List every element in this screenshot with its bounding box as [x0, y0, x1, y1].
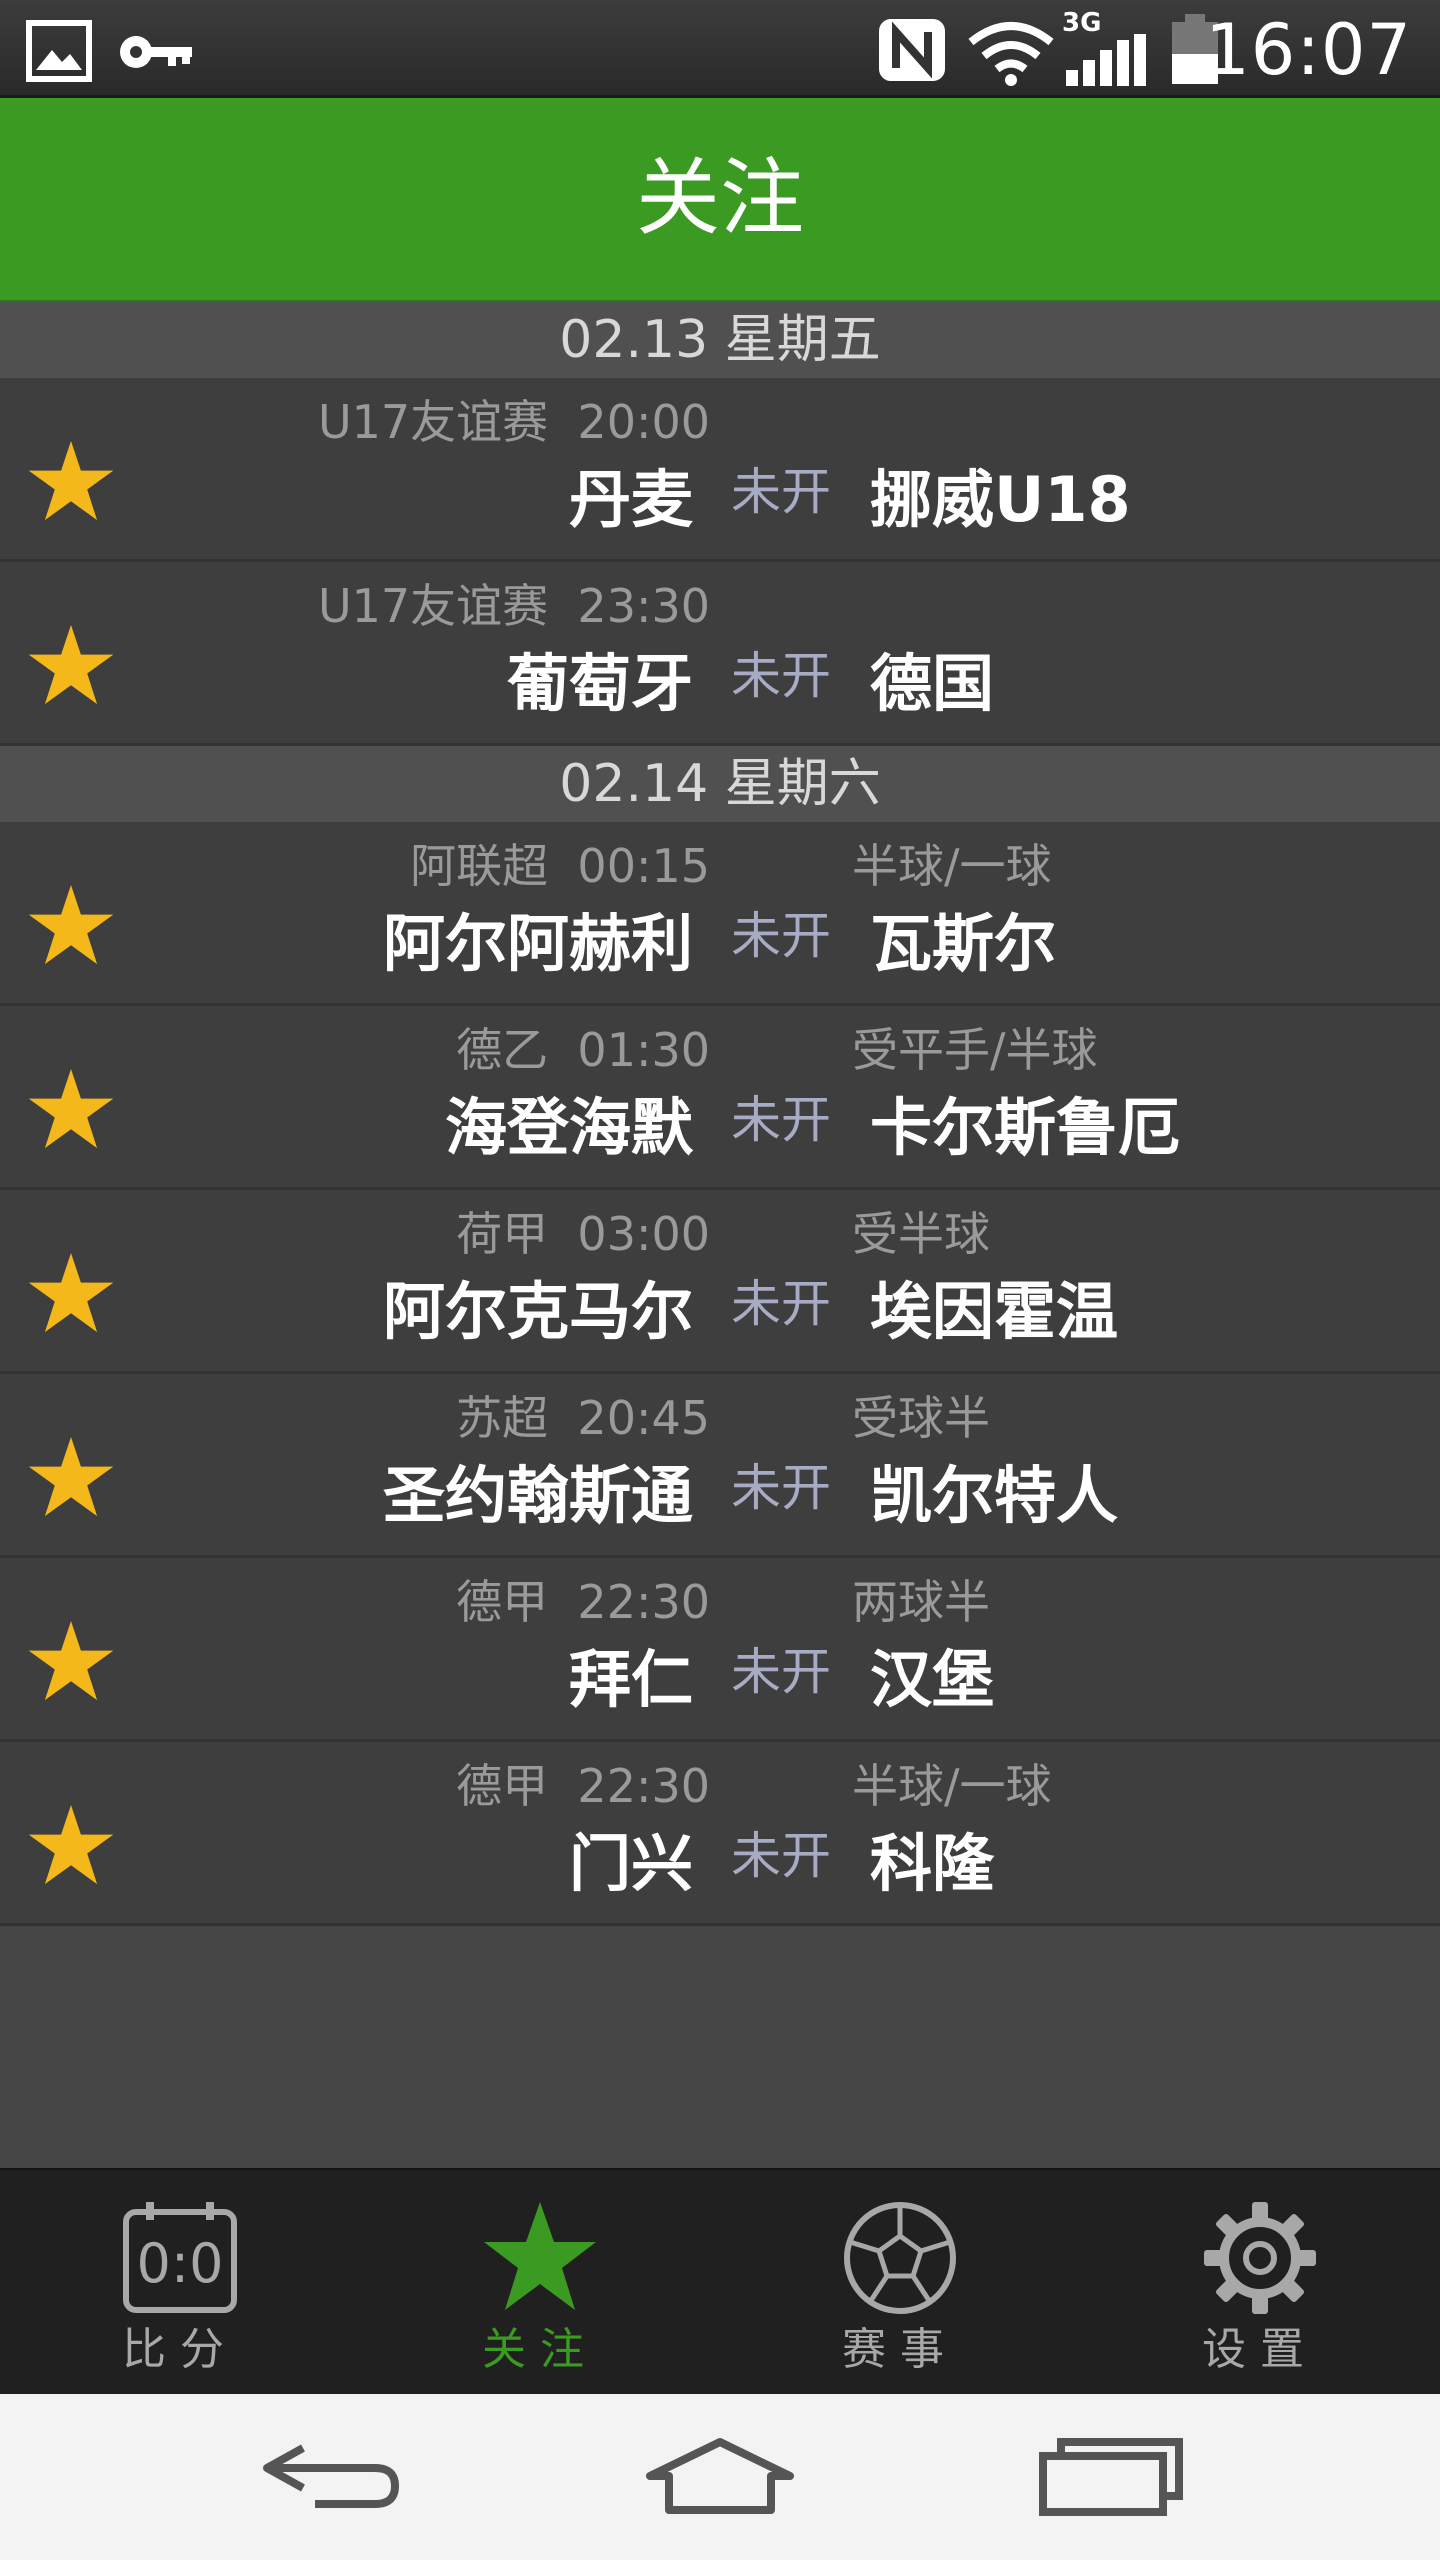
tab-label: 赛事: [842, 2324, 958, 2375]
away-team: 德国: [870, 647, 995, 720]
scoreboard-icon-text: 0:0: [137, 2232, 224, 2295]
match-status: 未开: [731, 647, 831, 705]
match-row[interactable]: 德甲 22:30 两球半 拜仁 未开 汉堡: [0, 1558, 1440, 1742]
handicap: 受平手/半球: [852, 1023, 1098, 1077]
scoreboard-icon: 0:0: [123, 2202, 237, 2313]
match-row[interactable]: 阿联超 00:15 半球/一球 阿尔阿赫利 未开 瓦斯尔: [0, 822, 1440, 1006]
away-team: 瓦斯尔: [870, 907, 1057, 980]
wifi-icon: [968, 22, 1054, 86]
tab-label: 设置: [1202, 2324, 1318, 2375]
home-team: 圣约翰斯通: [382, 1459, 693, 1532]
app-screen: 3G 16:07 关注 02.13 星期五 U17友谊赛 20:00 丹麦 未开…: [0, 0, 1440, 2560]
away-team: 科隆: [870, 1827, 995, 1900]
favorite-star-icon[interactable]: [26, 1250, 116, 1336]
handicap: 受半球: [852, 1207, 990, 1261]
signal-icon: [1066, 34, 1146, 86]
match-row[interactable]: U17友谊赛 23:30 葡萄牙 未开 德国: [0, 562, 1440, 746]
home-team: 拜仁: [568, 1643, 693, 1716]
match-status: 未开: [731, 1643, 831, 1701]
nfc-icon: [879, 19, 945, 81]
match-status: 未开: [731, 1459, 831, 1517]
away-team: 埃因霍温: [870, 1275, 1119, 1348]
image-icon: [26, 20, 92, 82]
away-team: 卡尔斯鲁厄: [870, 1091, 1181, 1164]
league-info: U17友谊赛 20:00: [317, 395, 710, 449]
match-row[interactable]: 苏超 20:45 受球半 圣约翰斯通 未开 凯尔特人: [0, 1374, 1440, 1558]
tab-label: 比分: [122, 2324, 238, 2375]
match-row[interactable]: U17友谊赛 20:00 丹麦 未开 挪威U18: [0, 378, 1440, 562]
league-info: 阿联超 00:15: [410, 839, 710, 893]
match-status: 未开: [731, 1827, 831, 1885]
favorite-star-icon[interactable]: [26, 622, 116, 708]
bottom-tab-bar: 0:0 比分 关注 赛事 设置: [0, 2168, 1440, 2394]
handicap: 半球/一球: [852, 1759, 1052, 1813]
status-bar: 3G 16:07: [0, 0, 1440, 98]
date-header: 02.14 星期六: [0, 746, 1440, 822]
league-info: 德甲 22:30: [456, 1759, 710, 1813]
home-team: 葡萄牙: [506, 647, 693, 720]
status-time: 16:07: [1205, 9, 1412, 91]
league-info: U17友谊赛 23:30: [317, 579, 710, 633]
favorite-star-icon[interactable]: [26, 1802, 116, 1888]
home-icon[interactable]: [635, 2424, 805, 2524]
handicap: 半球/一球: [852, 839, 1052, 893]
star-icon: [484, 2202, 596, 2310]
back-icon[interactable]: [245, 2424, 415, 2524]
home-team: 阿尔克马尔: [382, 1275, 693, 1348]
favorite-star-icon[interactable]: [26, 882, 116, 968]
favorite-star-icon[interactable]: [26, 1618, 116, 1704]
handicap: 两球半: [852, 1575, 990, 1629]
home-team: 海登海默: [444, 1091, 693, 1164]
league-info: 德乙 01:30: [456, 1023, 710, 1077]
match-status: 未开: [731, 1275, 831, 1333]
favorite-star-icon[interactable]: [26, 438, 116, 524]
away-team: 凯尔特人: [870, 1459, 1119, 1532]
page-title: 关注: [635, 149, 804, 247]
home-team: 丹麦: [568, 463, 693, 536]
favorite-star-icon[interactable]: [26, 1434, 116, 1520]
gear-icon: [1204, 2202, 1316, 2314]
match-list[interactable]: 02.13 星期五 U17友谊赛 20:00 丹麦 未开 挪威U18 U17友谊…: [0, 302, 1440, 1926]
home-team: 阿尔阿赫利: [382, 907, 693, 980]
match-status: 未开: [731, 463, 831, 521]
league-info: 荷甲 03:00: [456, 1207, 710, 1261]
league-info: 德甲 22:30: [456, 1575, 710, 1629]
match-row[interactable]: 德乙 01:30 受平手/半球 海登海默 未开 卡尔斯鲁厄: [0, 1006, 1440, 1190]
match-status: 未开: [731, 907, 831, 965]
date-header: 02.13 星期五: [0, 302, 1440, 378]
key-icon: [120, 36, 192, 68]
match-status: 未开: [731, 1091, 831, 1149]
tab-settings[interactable]: 设置: [1080, 2170, 1440, 2396]
away-team: 汉堡: [870, 1643, 995, 1716]
tab-label: 关注: [482, 2324, 598, 2375]
league-info: 苏超 20:45: [456, 1391, 710, 1445]
system-nav-bar: [0, 2394, 1440, 2560]
favorite-star-icon[interactable]: [26, 1066, 116, 1152]
app-header: 关注: [0, 98, 1440, 302]
match-row[interactable]: 荷甲 03:00 受半球 阿尔克马尔 未开 埃因霍温: [0, 1190, 1440, 1374]
away-team: 挪威U18: [870, 463, 1131, 536]
recents-icon[interactable]: [1025, 2424, 1195, 2524]
tab-events[interactable]: 赛事: [720, 2170, 1080, 2396]
tab-favorites[interactable]: 关注: [360, 2170, 720, 2396]
home-team: 门兴: [568, 1827, 693, 1900]
tab-scores[interactable]: 0:0 比分: [0, 2170, 360, 2396]
handicap: 受球半: [852, 1391, 990, 1445]
soccer-ball-icon: [844, 2202, 956, 2314]
match-row[interactable]: 德甲 22:30 半球/一球 门兴 未开 科隆: [0, 1742, 1440, 1926]
